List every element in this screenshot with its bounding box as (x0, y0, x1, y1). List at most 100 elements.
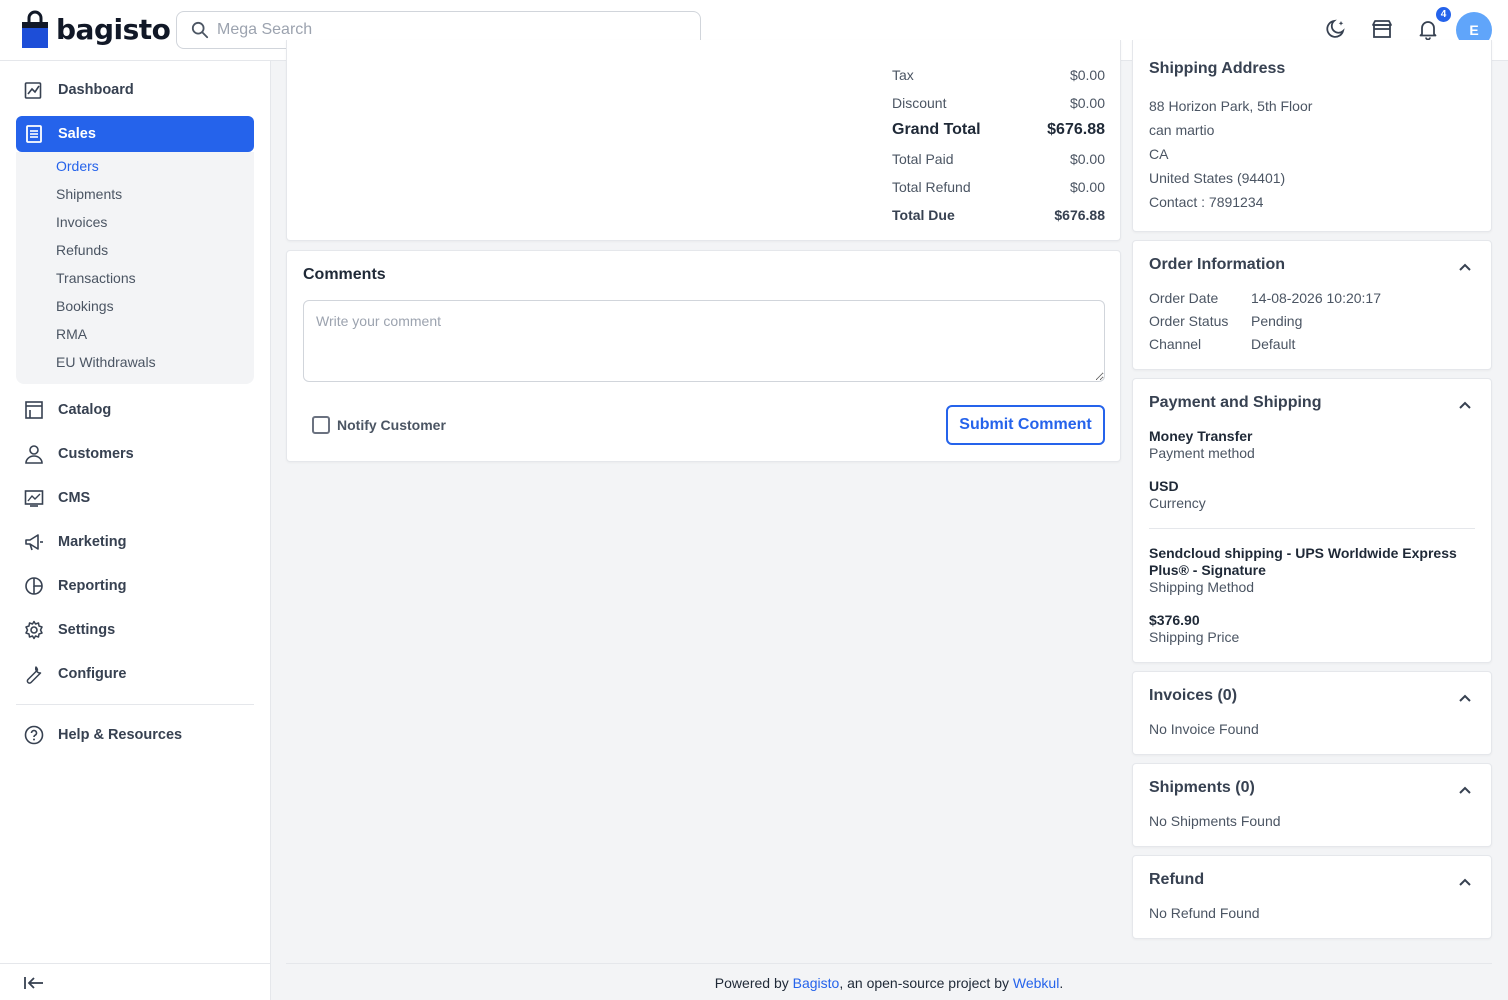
sidebar-item-customers[interactable]: Customers (16, 436, 254, 472)
sidebar-item-label: Reporting (58, 578, 127, 594)
wrench-icon (26, 666, 42, 684)
sidebar-item-label: CMS (58, 490, 91, 506)
shipping-price-value: $376.90 (1149, 612, 1200, 628)
bagisto-link[interactable]: Bagisto (793, 975, 840, 991)
submenu-invoices[interactable]: Invoices (56, 214, 107, 230)
user-icon (25, 445, 43, 464)
sidebar-item-label: Dashboard (58, 82, 134, 98)
notify-customer-label: Notify Customer (337, 417, 446, 433)
summary-row-total-refund: Total Refund $0.00 (892, 179, 1105, 195)
sidebar-item-configure[interactable]: Configure (16, 656, 254, 692)
search-icon (191, 21, 209, 39)
submenu-bookings[interactable]: Bookings (56, 298, 114, 314)
submenu-rma[interactable]: RMA (56, 326, 87, 342)
sidebar-item-sales[interactable]: Sales (16, 116, 254, 152)
order-status-value: Pending (1251, 313, 1303, 329)
summary-row-total-paid: Total Paid $0.00 (892, 151, 1105, 167)
sidebar-item-marketing[interactable]: Marketing (16, 524, 254, 560)
summary-row-grand-total: Grand Total $676.88 (892, 121, 1105, 138)
sidebar-item-label: Settings (58, 622, 116, 638)
channel-label: Channel (1149, 336, 1202, 352)
payment-shipping-title: Payment and Shipping (1149, 394, 1322, 411)
sidebar: Dashboard Sales Orders Shipments Invoice… (0, 61, 271, 1000)
sidebar-item-catalog[interactable]: Catalog (16, 392, 254, 428)
order-status-label: Order Status (1149, 313, 1229, 329)
payment-method-value: Money Transfer (1149, 428, 1253, 444)
order-information-card: Order Information Order Date 14-08-2026 … (1132, 240, 1492, 370)
order-date-label: Order Date (1149, 290, 1219, 306)
payment-method-label: Payment method (1149, 445, 1255, 461)
chevron-up-icon[interactable] (1457, 259, 1473, 275)
chevron-up-icon[interactable] (1457, 874, 1473, 890)
address-contact: Contact : 7891234 (1149, 194, 1264, 210)
submenu-shipments[interactable]: Shipments (56, 186, 122, 202)
chevron-up-icon[interactable] (1457, 397, 1473, 413)
sidebar-item-label: Customers (58, 446, 134, 462)
channel-value: Default (1251, 336, 1296, 352)
summary-row-total-due: Total Due $676.88 (892, 207, 1105, 223)
megaphone-icon (25, 534, 43, 551)
comment-textarea[interactable] (303, 300, 1105, 382)
dark-mode-toggle[interactable] (1323, 16, 1349, 42)
store-icon (1372, 20, 1392, 38)
brand-name: bagisto (56, 12, 171, 46)
submenu-refunds[interactable]: Refunds (56, 242, 108, 258)
comments-title: Comments (303, 266, 386, 283)
notifications-button[interactable]: 4 (1415, 5, 1453, 42)
collapse-sidebar-icon[interactable] (23, 975, 45, 991)
sidebar-item-dashboard[interactable]: Dashboard (16, 72, 254, 108)
submenu-orders[interactable]: Orders (56, 158, 99, 174)
notify-customer-checkbox[interactable]: Notify Customer (312, 416, 446, 434)
sidebar-divider (16, 704, 254, 705)
comments-card: Comments Notify Customer Submit Comment (286, 250, 1121, 462)
address-line-2: can martio (1149, 122, 1215, 138)
search-input[interactable] (217, 21, 677, 39)
shipments-empty-text: No Shipments Found (1149, 813, 1281, 829)
address-line-4: United States (94401) (1149, 170, 1286, 186)
chevron-up-icon[interactable] (1457, 690, 1473, 706)
shipping-address-card: Shipping Address 88 Horizon Park, 5th Fl… (1132, 40, 1492, 232)
dashboard-icon (24, 82, 42, 99)
sales-submenu: Orders Shipments Invoices Refunds Transa… (16, 152, 254, 384)
summary-row-tax: Tax $0.00 (892, 67, 1105, 83)
currency-value: USD (1149, 478, 1179, 494)
submenu-eu-withdrawals[interactable]: EU Withdrawals (56, 354, 156, 370)
checkbox-box[interactable] (312, 416, 330, 434)
sidebar-item-reporting[interactable]: Reporting (16, 568, 254, 604)
refund-card: Refund No Refund Found (1132, 855, 1492, 939)
cms-icon (24, 490, 44, 507)
sales-icon (26, 125, 42, 143)
webkul-link[interactable]: Webkul (1013, 975, 1059, 991)
summary-row-discount: Discount $0.00 (892, 95, 1105, 111)
sidebar-collapse-bar (0, 963, 270, 1000)
shipping-method-label: Shipping Method (1149, 579, 1255, 595)
payment-divider (1149, 528, 1475, 529)
moon-icon (1326, 19, 1345, 38)
bagisto-logo[interactable]: bagisto (20, 10, 171, 48)
order-information-title: Order Information (1149, 256, 1286, 273)
shipments-card: Shipments (0) No Shipments Found (1132, 763, 1492, 847)
gear-icon (25, 620, 43, 640)
storefront-button[interactable] (1369, 16, 1395, 42)
chevron-up-icon[interactable] (1457, 782, 1473, 798)
sidebar-item-settings[interactable]: Settings (16, 612, 254, 648)
shipments-title: Shipments (0) (1149, 779, 1255, 796)
shopping-bag-icon (22, 10, 48, 48)
submit-comment-button[interactable]: Submit Comment (946, 405, 1105, 445)
order-date-value: 14-08-2026 10:20:17 (1251, 290, 1381, 306)
payment-shipping-card: Payment and Shipping Money Transfer Paym… (1132, 378, 1492, 663)
invoices-title: Invoices (0) (1149, 687, 1238, 704)
sidebar-item-label: Configure (58, 666, 127, 682)
sidebar-item-label: Sales (58, 126, 96, 142)
sidebar-item-cms[interactable]: CMS (16, 480, 254, 516)
catalog-icon (25, 401, 43, 419)
shipping-address-title: Shipping Address (1149, 60, 1286, 77)
address-line-3: CA (1149, 146, 1169, 162)
shipping-price-label: Shipping Price (1149, 629, 1240, 645)
submenu-transactions[interactable]: Transactions (56, 270, 136, 286)
sidebar-item-help[interactable]: Help & Resources (16, 717, 254, 753)
footer: Powered by Bagisto, an open-source proje… (286, 963, 1492, 1000)
sidebar-item-label: Marketing (58, 534, 127, 550)
refund-empty-text: No Refund Found (1149, 905, 1260, 921)
invoices-card: Invoices (0) No Invoice Found (1132, 671, 1492, 755)
